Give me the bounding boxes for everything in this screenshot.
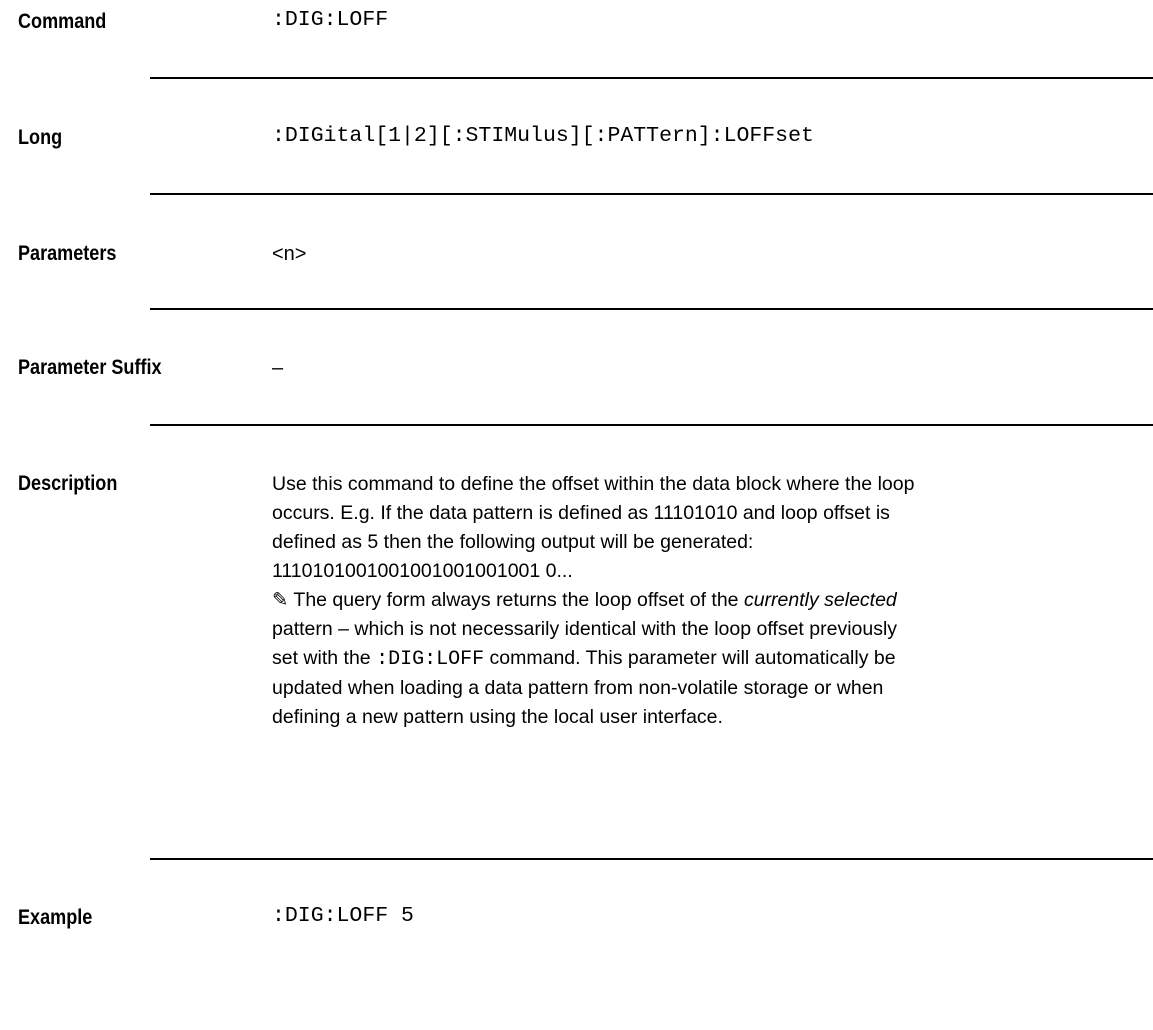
note-line: pattern – which is not necessarily ident… <box>272 618 898 640</box>
section-divider <box>150 193 1153 195</box>
section-divider <box>150 308 1153 310</box>
example-label: Example <box>18 906 93 929</box>
section-divider <box>150 858 1153 860</box>
section-divider <box>150 77 1153 79</box>
example-value: :DIG:LOFF 5 <box>272 904 414 928</box>
description-line: defined as 5 then the following output w… <box>272 531 754 553</box>
note-line: set with the :DIG:LOFF command. This par… <box>272 647 896 671</box>
command-label: Command <box>18 10 107 33</box>
parameter-suffix-value: – <box>272 357 284 379</box>
parameters-value: <n> <box>272 243 307 265</box>
command-value: :DIG:LOFF <box>272 8 389 32</box>
description-label: Description <box>18 472 118 495</box>
parameter-suffix-label: Parameter Suffix <box>18 356 162 379</box>
note-line: updated when loading a data pattern from… <box>272 677 884 699</box>
description-line: Use this command to define the offset wi… <box>272 473 915 495</box>
description-line: 1110101001001001001001001 0... <box>272 560 573 582</box>
inline-command-code: :DIG:LOFF <box>376 648 485 671</box>
long-label: Long <box>18 126 63 149</box>
pencil-icon: ✎ <box>272 589 289 611</box>
description-line: occurs. E.g. If the data pattern is defi… <box>272 502 890 524</box>
long-value: :DIGital[1|2][:STIMulus][:PATTern]:LOFFs… <box>272 124 814 148</box>
parameters-label: Parameters <box>18 242 117 265</box>
section-divider <box>150 424 1153 426</box>
note-line: ✎ The query form always returns the loop… <box>272 589 897 611</box>
note-line: defining a new pattern using the local u… <box>272 706 723 728</box>
description-body: Use this command to define the offset wi… <box>272 470 1142 732</box>
emphasis-text: currently selected <box>743 589 897 611</box>
